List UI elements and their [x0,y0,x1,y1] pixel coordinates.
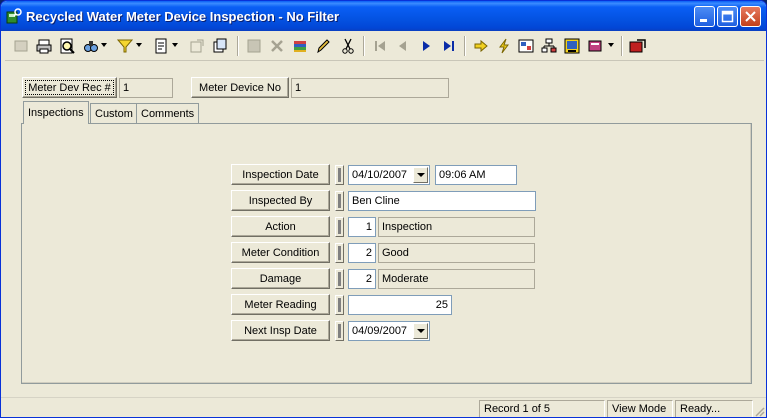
lightning-icon[interactable] [494,35,514,57]
close-button[interactable] [740,6,761,27]
attachments-icon[interactable] [585,35,605,57]
next-insp-date-combo[interactable]: 04/09/2007 [348,321,430,341]
copy-record-icon[interactable] [210,35,230,57]
attachments-dropdown-arrow-icon[interactable] [608,43,614,48]
resize-grip-icon[interactable] [753,405,765,417]
filter-icon[interactable] [115,35,135,57]
meter-dev-rec-button[interactable]: Meter Dev Rec # [22,77,117,98]
inspection-date-button[interactable]: Inspection Date [231,164,330,185]
chart-icon[interactable] [562,35,582,57]
title-bar[interactable]: Recycled Water Meter Device Inspection -… [1,1,766,31]
field-marker [335,243,344,263]
meter-device-no-field: 1 [291,78,449,98]
meter-condition-button[interactable]: Meter Condition [231,242,330,263]
toolbar-separator [621,36,623,56]
damage-description-field: Moderate [378,269,535,289]
inspection-date-value: 04/10/2007 [352,169,408,181]
meter-condition-description-field: Good [378,243,535,263]
previous-record-icon[interactable] [393,35,413,57]
toolbar-separator [237,36,239,56]
meter-dev-rec-field: 1 [119,78,173,98]
status-mode: View Mode [607,400,673,417]
next-insp-date-value: 04/09/2007 [352,325,408,337]
field-marker [335,217,344,237]
maximize-icon [721,10,734,23]
chevron-down-icon[interactable] [413,167,428,183]
export-icon[interactable] [187,35,207,57]
meter-condition-code-field[interactable]: 2 [348,243,376,263]
inspected-by-field[interactable]: Ben Cline [348,191,536,211]
save-icon[interactable] [244,35,264,57]
report-dropdown-arrow-icon[interactable] [172,43,178,48]
maximize-button[interactable] [717,6,738,27]
first-record-icon[interactable] [370,35,390,57]
toolbar-separator [363,36,365,56]
status-state: Ready... [675,400,753,417]
meter-reading-field[interactable]: 25 [348,295,452,315]
find-dropdown-arrow-icon[interactable] [101,43,107,48]
filter-dropdown-arrow-icon[interactable] [136,43,142,48]
field-marker [335,295,344,315]
print-icon[interactable] [34,35,54,57]
tab-inspections[interactable]: Inspections [23,101,89,124]
hierarchy-icon[interactable] [539,35,559,57]
last-record-icon[interactable] [439,35,459,57]
status-record: Record 1 of 5 [479,400,605,417]
edit-pencil-icon[interactable] [313,35,333,57]
field-marker [335,165,344,185]
damage-code-field[interactable]: 2 [348,269,376,289]
close-icon [745,11,756,22]
window-title: Recycled Water Meter Device Inspection -… [26,9,340,24]
inspected-by-button[interactable]: Inspected By [231,190,330,211]
next-insp-date-button[interactable]: Next Insp Date [231,320,330,341]
inspection-time-field[interactable]: 09:06 AM [435,165,517,185]
field-marker [335,321,344,341]
action-code-field[interactable]: 1 [348,217,376,237]
go-arrow-icon[interactable] [471,35,491,57]
exit-icon[interactable] [628,35,648,57]
meter-reading-button[interactable]: Meter Reading [231,294,330,315]
books-icon[interactable] [290,35,310,57]
new-record-icon[interactable] [11,35,31,57]
damage-button[interactable]: Damage [231,268,330,289]
find-icon[interactable] [81,35,101,57]
next-record-icon[interactable] [416,35,436,57]
action-button[interactable]: Action [231,216,330,237]
action-description-field: Inspection [378,217,535,237]
inspection-date-combo[interactable]: 04/10/2007 [348,165,430,185]
minimize-button[interactable] [694,6,715,27]
app-icon [6,8,22,24]
cut-icon[interactable] [338,35,358,57]
field-marker [335,191,344,211]
tab-comments[interactable]: Comments [136,103,200,123]
minimize-icon [700,19,707,22]
report-icon[interactable] [151,35,171,57]
toolbar-separator [464,36,466,56]
chevron-down-icon[interactable] [413,323,428,339]
meter-device-no-button[interactable]: Meter Device No [191,77,289,98]
delete-icon[interactable] [267,35,287,57]
status-bar: Record 1 of 5 View Mode Ready... [1,397,766,417]
tab-custom[interactable]: Custom [90,103,138,123]
app-window: Recycled Water Meter Device Inspection -… [0,0,767,418]
field-marker [335,269,344,289]
print-preview-icon[interactable] [57,35,77,57]
toolbar [5,33,764,61]
map-icon[interactable] [516,35,536,57]
